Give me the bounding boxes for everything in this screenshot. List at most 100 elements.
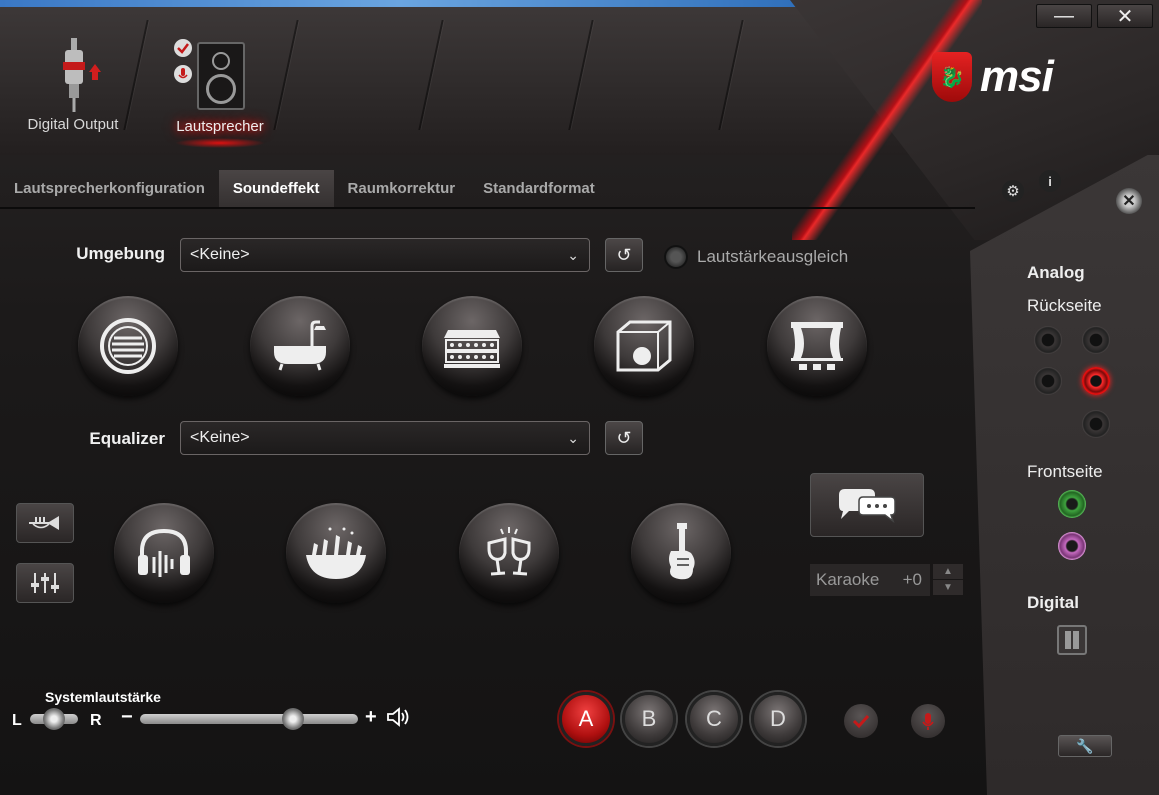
apply-button[interactable]	[844, 704, 878, 738]
env-bathroom-button[interactable]	[250, 296, 350, 396]
karaoke-label: Karaoke	[816, 570, 880, 589]
info-icon[interactable]: i	[1039, 170, 1061, 192]
env-padded-cell-button[interactable]	[78, 296, 178, 396]
tab-lautsprecherkonfiguration[interactable]: Lautsprecherkonfiguration	[0, 170, 219, 208]
rear-label: Rückseite	[1027, 296, 1102, 315]
loudness-toggle[interactable]	[664, 245, 688, 269]
environment-reset-button[interactable]: ↺	[605, 238, 643, 272]
speaker-volume-icon[interactable]	[386, 706, 412, 733]
speaker-icon	[197, 42, 245, 110]
loudness-label: Lautstärkeausgleich	[697, 247, 849, 266]
volume-plus-label: +	[365, 706, 377, 728]
env-stadium-button[interactable]	[422, 296, 522, 396]
eq-headphones-button[interactable]	[114, 503, 214, 603]
close-button[interactable]: ✕	[1097, 4, 1153, 28]
balance-knob[interactable]	[43, 708, 65, 730]
volume-minus-label: −	[121, 706, 133, 728]
header-groove	[568, 20, 594, 130]
check-icon	[852, 714, 870, 729]
optical-plug-icon	[63, 38, 101, 112]
eq-live-crowd-button[interactable]	[286, 503, 386, 603]
reset-icon: ↺	[616, 244, 632, 265]
karaoke-button[interactable]	[810, 473, 924, 537]
environment-selected: <Keine>	[190, 246, 250, 263]
chevron-down-icon: ⌄	[567, 247, 579, 263]
front-jack-headphone[interactable]	[1058, 490, 1086, 518]
trumpet-icon	[29, 516, 59, 530]
advanced-settings-icon[interactable]: ✕	[1116, 188, 1142, 214]
settings-gear-icon[interactable]: ⚙	[1002, 180, 1024, 202]
rear-jack-1[interactable]	[1034, 326, 1062, 354]
front-jack-mic[interactable]	[1058, 532, 1086, 560]
tab-divider	[0, 207, 975, 209]
device-label: Digital Output	[27, 116, 119, 133]
header-groove	[418, 20, 444, 130]
room-icon	[616, 320, 672, 372]
front-label: Frontseite	[1027, 462, 1103, 481]
app-window: Digital Output Lautsprecher — ✕ 🐉 msi ⚙ …	[0, 0, 1159, 795]
guitar-icon	[669, 523, 695, 580]
toast-glasses-icon	[487, 527, 531, 576]
env-theater-button[interactable]	[767, 296, 867, 396]
trumpet-button[interactable]	[16, 503, 74, 543]
profile-a-button[interactable]: A	[559, 692, 613, 746]
padded-cell-icon	[100, 318, 156, 374]
bathroom-icon	[274, 320, 326, 371]
equalizer-reset-button[interactable]: ↺	[605, 421, 643, 455]
equalizer-sliders-button[interactable]	[16, 563, 74, 603]
reset-icon: ↺	[616, 427, 632, 448]
chevron-down-icon: ⌄	[567, 430, 579, 446]
default-check-icon	[173, 38, 193, 62]
balance-right-label: R	[90, 712, 102, 729]
active-glow	[175, 138, 265, 148]
sliders-icon	[31, 573, 59, 593]
tab-bar: Lautsprecherkonfiguration Soundeffekt Ra…	[0, 170, 980, 208]
stadium-icon	[444, 330, 500, 368]
balance-left-label: L	[12, 712, 22, 729]
mic-button[interactable]	[911, 704, 945, 738]
live-crowd-icon	[306, 527, 366, 579]
eq-toast-glasses-button[interactable]	[459, 503, 559, 603]
mic-small-icon	[173, 64, 193, 88]
karaoke-up-button[interactable]: ▲	[933, 564, 963, 579]
rear-jack-2[interactable]	[1082, 326, 1110, 354]
volume-slider[interactable]	[140, 714, 358, 724]
device-digital-output[interactable]: Digital Output	[18, 36, 128, 133]
karaoke-down-button[interactable]: ▼	[933, 580, 963, 595]
rear-jack-5[interactable]	[1082, 410, 1110, 438]
title-stripe	[0, 0, 800, 7]
wrench-icon[interactable]: 🔧	[1058, 735, 1112, 757]
karaoke-value: +0	[902, 570, 922, 589]
equalizer-label: Equalizer	[89, 429, 165, 448]
rear-jack-active[interactable]	[1082, 367, 1110, 395]
environment-select[interactable]: <Keine> ⌄	[180, 238, 590, 272]
karaoke-field[interactable]: Karaoke +0	[810, 564, 930, 596]
equalizer-select[interactable]: <Keine> ⌄	[180, 421, 590, 455]
volume-knob[interactable]	[281, 708, 304, 730]
chat-bubbles-icon	[839, 489, 896, 524]
rear-jack-3[interactable]	[1034, 367, 1062, 395]
profile-c-button[interactable]: C	[687, 692, 741, 746]
profile-d-button[interactable]: D	[751, 692, 805, 746]
environment-label: Umgebung	[76, 244, 165, 263]
env-room-button[interactable]	[594, 296, 694, 396]
tab-raumkorrektur[interactable]: Raumkorrektur	[334, 170, 470, 208]
digital-port-icon[interactable]	[1057, 625, 1087, 655]
theater-icon	[791, 322, 843, 370]
dragon-shield-icon: 🐉	[932, 52, 972, 102]
header-groove	[273, 20, 299, 130]
tab-standardformat[interactable]: Standardformat	[469, 170, 609, 208]
header-groove	[718, 20, 744, 130]
profile-b-button[interactable]: B	[622, 692, 676, 746]
mic-icon	[922, 713, 934, 730]
tab-soundeffekt[interactable]: Soundeffekt	[218, 170, 334, 208]
msi-logo: 🐉 msi	[932, 52, 1054, 102]
analog-label: Analog	[1027, 263, 1085, 282]
logo-text: msi	[980, 52, 1054, 101]
minimize-button[interactable]: —	[1036, 4, 1092, 28]
equalizer-selected: <Keine>	[190, 429, 250, 446]
system-volume-label: Systemlautstärke	[45, 689, 161, 705]
eq-guitar-button[interactable]	[631, 503, 731, 603]
headphones-icon	[138, 528, 190, 577]
device-label: Lautsprecher	[176, 118, 264, 135]
